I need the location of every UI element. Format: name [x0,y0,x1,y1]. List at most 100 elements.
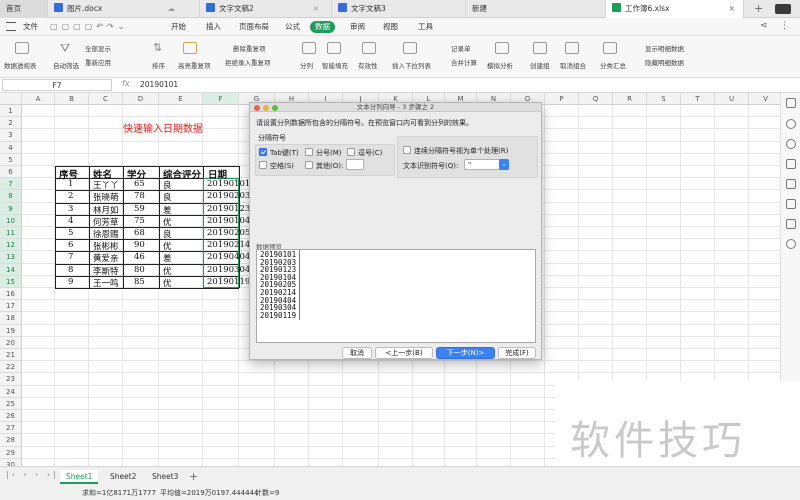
table-cell[interactable]: 2 [68,191,73,201]
table-cell[interactable]: 1 [68,179,73,189]
insert-dropdown-button[interactable]: 插入下拉列表 [392,60,431,70]
row-header-11[interactable]: 11 [0,227,22,240]
add-sheet-icon[interactable]: + [189,470,198,483]
data-preview[interactable]: 20190101 20190203 20190123 20190104 20190205… [256,249,536,343]
table-cell[interactable]: 9 [68,277,73,287]
row-header-23[interactable]: 23 [0,373,22,386]
show-all-button[interactable]: 全部显示 [85,43,111,53]
table-cell[interactable]: 20190404 [207,252,250,262]
row-header-18[interactable]: 18 [0,312,22,325]
remove-duplicates-button[interactable]: 删除重复项 [233,43,266,53]
other-checkbox[interactable] [305,161,313,169]
table-cell[interactable]: 林月如 [93,204,119,216]
row-header-2[interactable]: 2 [0,117,22,130]
menu-tools[interactable]: 工具 [413,21,438,33]
column-header-E[interactable]: E [159,93,203,105]
row-header-13[interactable]: 13 [0,251,22,264]
row-header-24[interactable]: 24 [0,385,22,398]
style-icon[interactable] [786,179,796,189]
fx-icon[interactable]: fx [122,79,130,88]
table-cell[interactable]: 王一鸣 [93,277,119,289]
sheet-title[interactable]: 快速输入日期数据 [123,120,203,135]
table-cell[interactable]: 20190123 [207,204,250,214]
row-header-29[interactable]: 29 [0,446,22,459]
space-checkbox[interactable] [259,161,267,169]
finish-button[interactable]: 完成(F) [498,347,536,359]
row-header-28[interactable]: 28 [0,434,22,447]
column-header-V[interactable]: V [749,93,780,105]
minimize-window-icon[interactable] [263,104,269,111]
formula-input[interactable]: 20190101 [140,79,178,91]
row-header-10[interactable]: 10 [0,214,22,227]
pivot-table-button[interactable]: 数据透视表 [4,60,37,70]
tab-doc-picture[interactable]: 图片.docx ☁ [48,0,200,18]
menu-data[interactable]: 数据 [310,21,335,33]
validity-button[interactable]: 有效性 [358,60,378,70]
previous-button[interactable]: <上一步(B) [375,347,433,359]
semicolon-checkbox[interactable] [305,148,313,156]
table-cell[interactable]: 5 [68,228,73,238]
row-header-7[interactable]: 7 [0,178,22,191]
column-header-U[interactable]: U [715,93,749,105]
row-header-1[interactable]: 1 [0,105,22,118]
table-cell[interactable]: 65 [134,179,145,189]
table-cell[interactable]: 20190304 [207,265,250,275]
table-cell[interactable]: 优 [163,277,172,289]
table-cell[interactable]: 20190119 [207,277,250,287]
sort-button[interactable]: 排序 [152,60,165,70]
column-header-Q[interactable]: Q [579,93,613,105]
account-icon[interactable] [775,4,791,14]
column-header-B[interactable]: B [55,93,89,105]
table-cell[interactable]: 张晓萌 [93,191,119,203]
close-window-icon[interactable] [254,104,260,111]
row-header-9[interactable]: 9 [0,202,22,215]
table-cell[interactable]: 8 [68,265,73,275]
corner-cell[interactable] [0,93,22,105]
sheet-nav-icons[interactable]: |‹ ‹ › ›| [6,470,59,479]
sheet-tab-3[interactable]: Sheet3 [146,470,184,484]
tab-workbook[interactable]: 工作簿6.xlsx × [606,0,744,18]
table-cell[interactable]: 20190203 [207,191,250,201]
table-cell[interactable]: 良 [163,228,172,240]
split-column-button[interactable]: 分列 [300,60,313,70]
table-cell[interactable]: 75 [134,216,145,226]
column-header-P[interactable]: P [545,93,579,105]
consolidate-button[interactable]: 合并计算 [451,57,477,67]
cancel-button[interactable]: 取消 [342,347,372,359]
column-header-S[interactable]: S [647,93,681,105]
row-header-5[interactable]: 5 [0,153,22,166]
menu-home[interactable]: 开始 [166,21,191,33]
row-header-25[interactable]: 25 [0,397,22,410]
table-cell[interactable]: 优 [163,265,172,277]
sheet-tab-2[interactable]: Sheet2 [104,470,142,484]
row-header-15[interactable]: 15 [0,275,22,288]
tab-new[interactable]: 新建 [466,0,606,18]
table-cell[interactable]: 78 [134,191,145,201]
what-if-button[interactable]: 模拟分析 [487,60,513,70]
row-header-19[interactable]: 19 [0,324,22,337]
comma-checkbox[interactable] [347,148,355,156]
table-cell[interactable]: 68 [134,228,145,238]
show-detail-button[interactable]: 显示明细数据 [645,43,684,53]
tab-doc-3[interactable]: 文字文稿3 [332,0,466,18]
row-header-16[interactable]: 16 [0,288,22,301]
row-header-21[interactable]: 21 [0,349,22,362]
column-header-C[interactable]: C [89,93,123,105]
consecutive-checkbox[interactable] [403,146,411,154]
column-header-A[interactable]: A [22,93,55,105]
row-header-22[interactable]: 22 [0,361,22,374]
name-box[interactable]: F7 [2,79,112,91]
hide-detail-button[interactable]: 隐藏明细数据 [645,57,684,67]
table-cell[interactable]: 王丫丫 [93,179,119,191]
shapes-icon[interactable] [786,219,796,229]
row-header-30[interactable]: 30 [0,458,22,466]
select-icon[interactable] [786,98,796,108]
create-group-button[interactable]: 创建组 [530,60,550,70]
smart-fill-button[interactable]: 智能填充 [322,60,348,70]
column-header-F[interactable]: F [203,93,239,105]
row-header-3[interactable]: 3 [0,129,22,142]
highlight-duplicates-button[interactable]: 高亮重复项 [178,60,211,70]
table-cell[interactable]: 6 [68,240,73,250]
help-icon[interactable] [786,119,796,129]
table-cell[interactable]: 差 [163,252,172,264]
